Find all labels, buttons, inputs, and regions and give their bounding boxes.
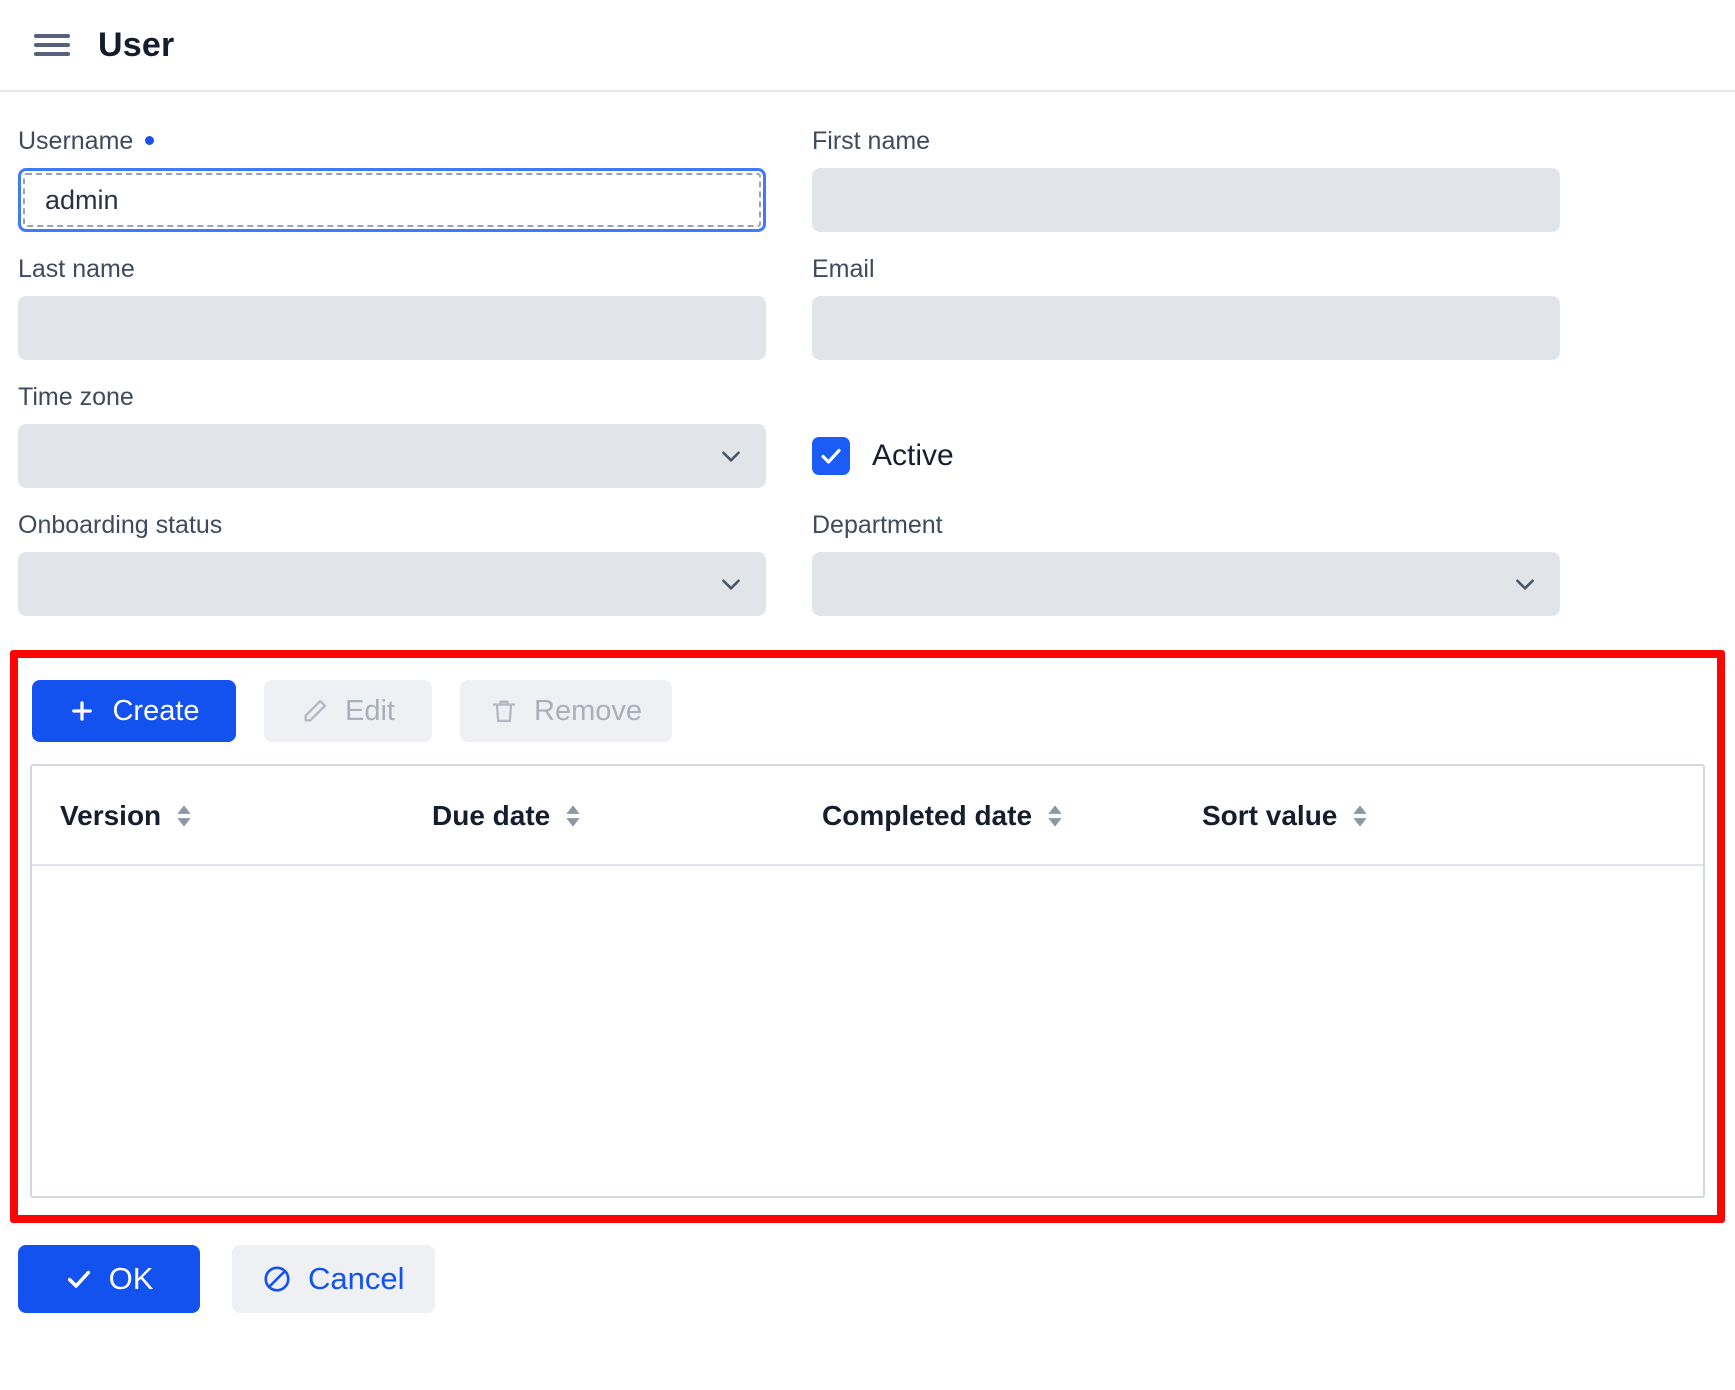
- active-checkbox[interactable]: [812, 437, 850, 475]
- field-department: Department: [812, 510, 1560, 616]
- pencil-icon: [301, 697, 329, 725]
- remove-button-label: Remove: [534, 695, 642, 728]
- field-first-name: First name: [812, 126, 1560, 232]
- label-email: Email: [812, 254, 1560, 284]
- sort-icon[interactable]: [175, 804, 193, 828]
- cancel-button[interactable]: Cancel: [232, 1245, 435, 1313]
- field-username: Username admin: [18, 126, 766, 232]
- versions-table: Version Due date: [30, 764, 1705, 1198]
- label-department-text: Department: [812, 510, 943, 540]
- hamburger-menu-icon[interactable]: [34, 31, 70, 59]
- label-department: Department: [812, 510, 1560, 540]
- grid-toolbar: Create Edit Remove: [18, 658, 1717, 764]
- label-onboarding-status-text: Onboarding status: [18, 510, 222, 540]
- highlighted-region: Create Edit Remove: [10, 650, 1725, 1223]
- last-name-input[interactable]: [18, 296, 766, 360]
- label-username-text: Username: [18, 126, 133, 156]
- username-input-value: admin: [45, 185, 119, 216]
- form-row-3: Time zone Active: [0, 382, 1735, 510]
- edit-button-label: Edit: [345, 695, 395, 728]
- ok-button-label: OK: [109, 1261, 154, 1297]
- app-header: User: [0, 0, 1735, 92]
- ok-button[interactable]: OK: [18, 1245, 200, 1313]
- trash-icon: [490, 697, 518, 725]
- label-first-name: First name: [812, 126, 1560, 156]
- create-button-label: Create: [112, 695, 199, 728]
- form-row-2: Last name Email: [0, 254, 1735, 382]
- table-body-empty: [32, 866, 1703, 1196]
- check-icon: [65, 1265, 93, 1293]
- remove-button[interactable]: Remove: [460, 680, 672, 742]
- field-time-zone: Time zone: [18, 382, 766, 488]
- email-input[interactable]: [812, 296, 1560, 360]
- sort-icon[interactable]: [564, 804, 582, 828]
- label-time-zone: Time zone: [18, 382, 766, 412]
- plus-icon: [68, 697, 96, 725]
- active-checkbox-row[interactable]: Active: [812, 424, 1560, 488]
- chevron-down-icon: [718, 571, 744, 597]
- column-header-due-date-label: Due date: [432, 800, 550, 832]
- department-select[interactable]: [812, 552, 1560, 616]
- column-header-due-date[interactable]: Due date: [432, 766, 822, 865]
- column-header-sort-value[interactable]: Sort value: [1202, 766, 1703, 865]
- page-title: User: [98, 26, 174, 65]
- column-header-version-label: Version: [60, 800, 161, 832]
- chevron-down-icon: [1512, 571, 1538, 597]
- form-row-4: Onboarding status Department: [0, 510, 1735, 638]
- create-button[interactable]: Create: [32, 680, 236, 742]
- label-time-zone-text: Time zone: [18, 382, 134, 412]
- label-first-name-text: First name: [812, 126, 930, 156]
- label-email-text: Email: [812, 254, 875, 284]
- label-last-name: Last name: [18, 254, 766, 284]
- time-zone-select[interactable]: [18, 424, 766, 488]
- prohibited-icon: [262, 1264, 292, 1294]
- label-last-name-text: Last name: [18, 254, 135, 284]
- column-header-completed-date[interactable]: Completed date: [822, 766, 1202, 865]
- dialog-footer: OK Cancel: [0, 1223, 1735, 1313]
- required-indicator-icon: [145, 136, 154, 145]
- field-last-name: Last name: [18, 254, 766, 360]
- column-header-sort-value-label: Sort value: [1202, 800, 1337, 832]
- form-row-1: Username admin First name: [0, 126, 1735, 254]
- cancel-button-label: Cancel: [308, 1261, 405, 1297]
- table-header-row: Version Due date: [32, 766, 1703, 865]
- column-header-version[interactable]: Version: [32, 766, 432, 865]
- field-active: Active: [812, 382, 1560, 488]
- username-input[interactable]: admin: [18, 168, 766, 232]
- sort-icon[interactable]: [1046, 804, 1064, 828]
- active-checkbox-label: Active: [872, 439, 954, 473]
- label-username: Username: [18, 126, 766, 156]
- edit-button[interactable]: Edit: [264, 680, 432, 742]
- onboarding-status-select[interactable]: [18, 552, 766, 616]
- field-onboarding-status: Onboarding status: [18, 510, 766, 616]
- chevron-down-icon: [718, 443, 744, 469]
- label-onboarding-status: Onboarding status: [18, 510, 766, 540]
- field-email: Email: [812, 254, 1560, 360]
- first-name-input[interactable]: [812, 168, 1560, 232]
- column-header-completed-date-label: Completed date: [822, 800, 1032, 832]
- user-form: Username admin First name Last name: [0, 92, 1735, 638]
- sort-icon[interactable]: [1351, 804, 1369, 828]
